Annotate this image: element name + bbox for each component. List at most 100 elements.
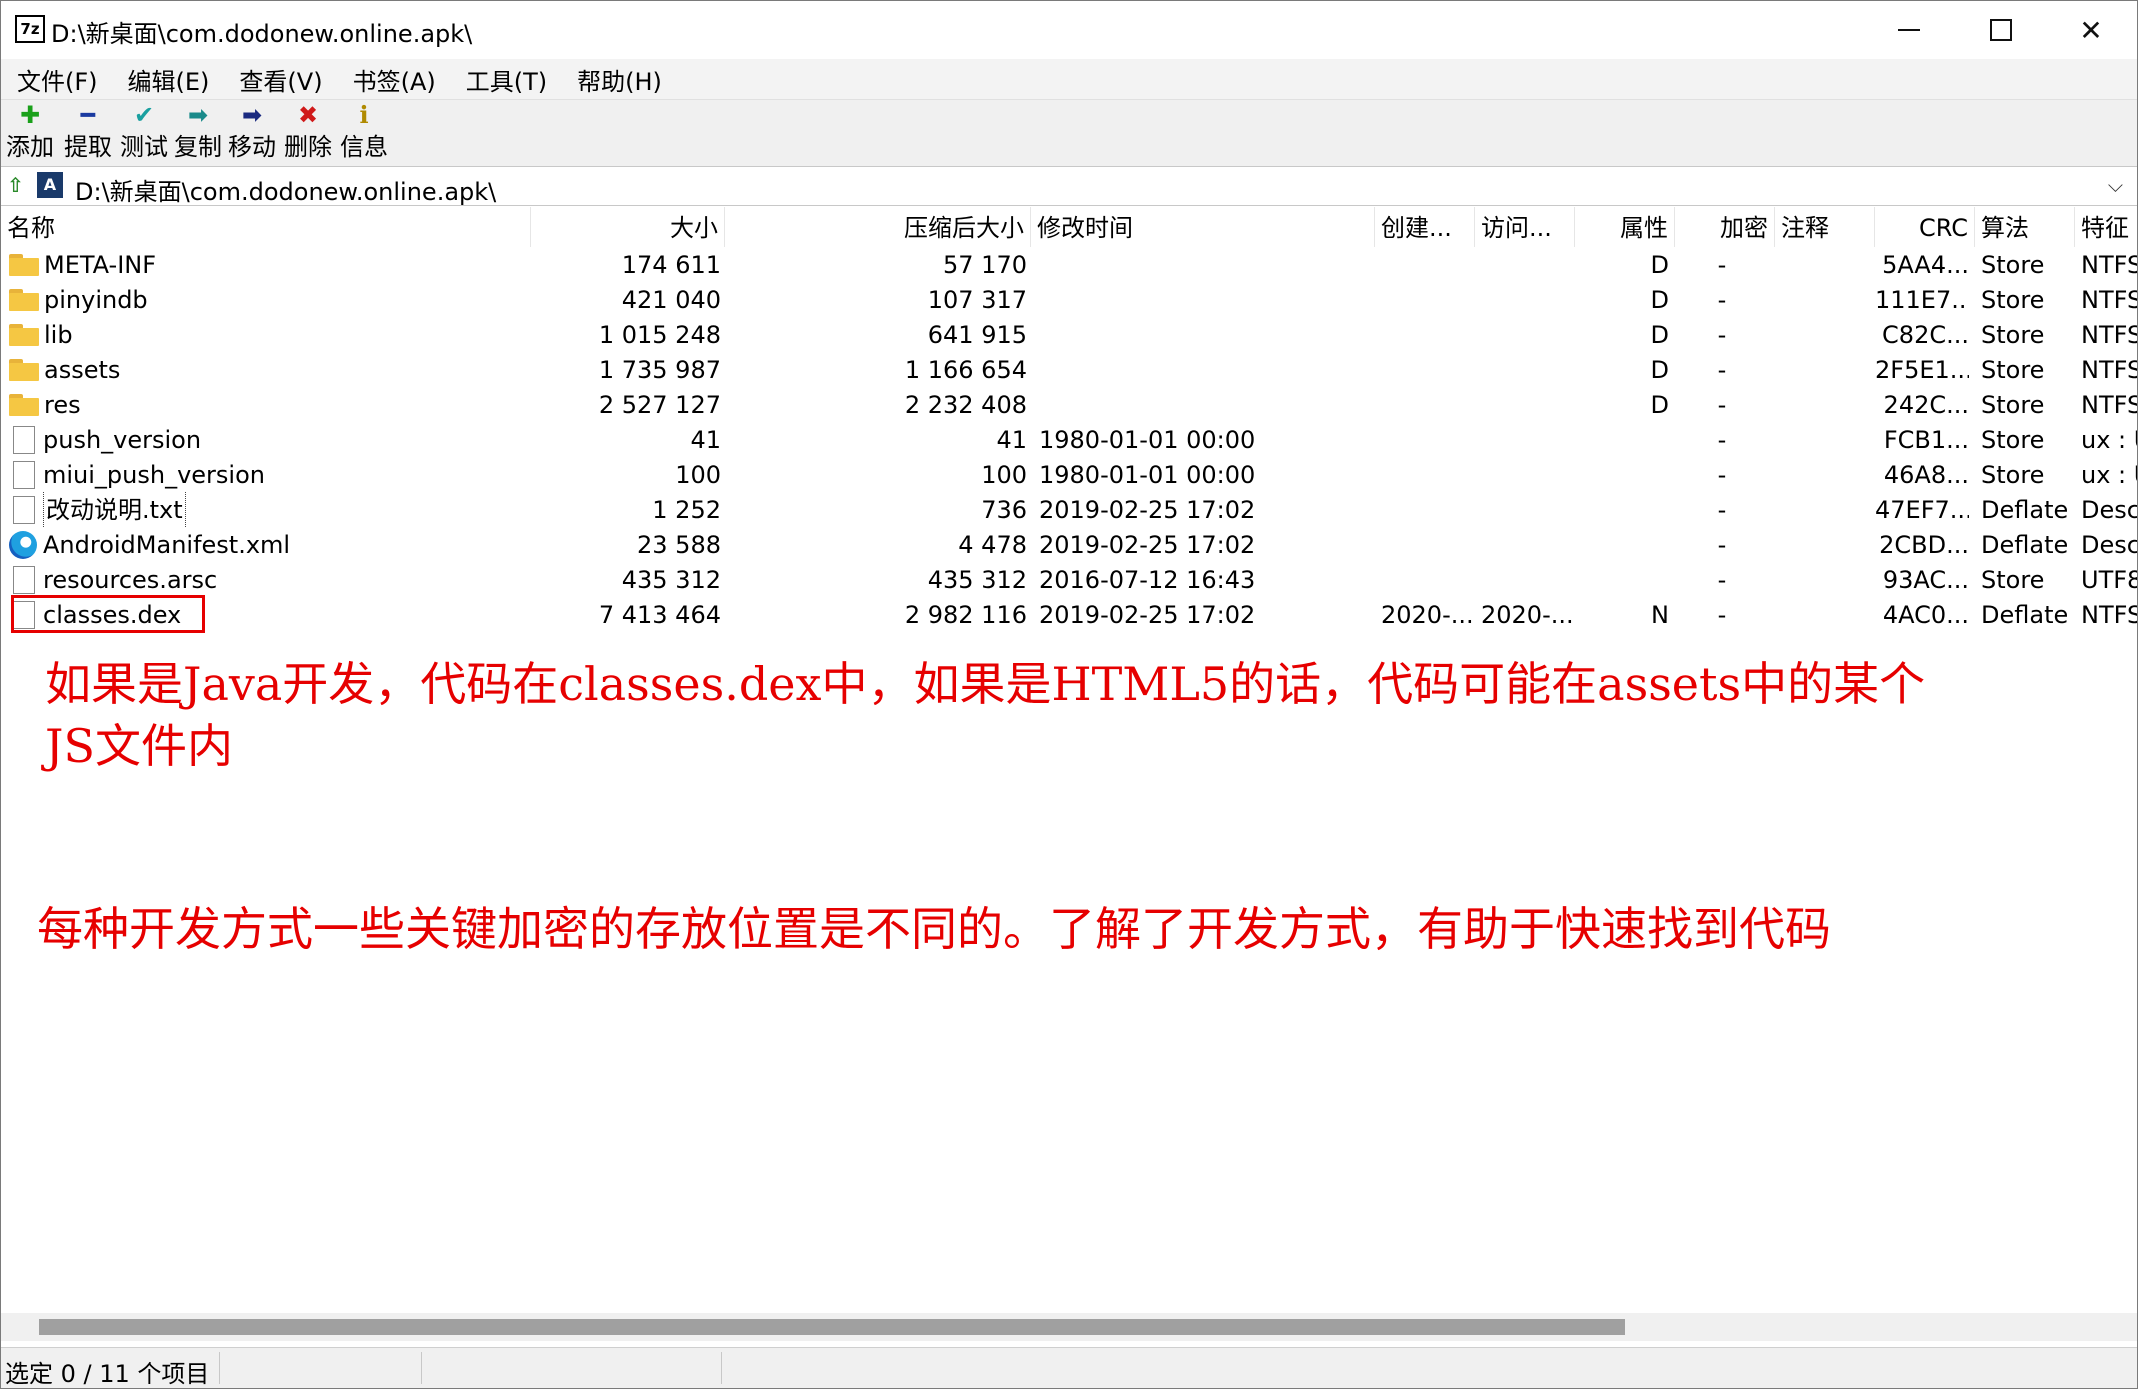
cell-size: 2 527 127 [598,391,721,419]
file-name: lib [44,320,73,349]
menu-item-2[interactable]: 查看(V) [223,62,336,97]
address-bar: ⇧ A D:\新桌面\com.dodonew.online.apk\ ⌵ [1,166,2137,206]
column-encrypted[interactable]: 加密 [1675,207,1775,247]
table-row[interactable]: pinyindb 421 040 107 317 D - 111E7... Store NTF… [1,282,2137,317]
column-comment[interactable]: 注释 [1775,207,1875,247]
menu-item-0[interactable]: 文件(F) [1,62,112,97]
cell-modified: 1980-01-01 00:00 [1039,426,1256,454]
name-cell: miui_push_version [9,457,529,492]
table-row[interactable]: push_version 41 41 1980-01-01 00:00 - FCB1...… [1,422,2137,457]
column-accessed[interactable]: 访问... [1475,207,1575,247]
table-row[interactable]: lib 1 015 248 641 915 D - C82C... Store NTFS [1,317,2137,352]
column-modified[interactable]: 修改时间 [1031,207,1375,247]
cell-created: 2020-... [1381,601,1474,629]
cell-encrypted: - [1717,391,1727,419]
menu-item-5[interactable]: 帮助(H) [561,62,676,97]
cell-created [1381,247,1475,282]
toolbar-label: 测试 [120,133,168,161]
cell-modified: 2016-07-12 16:43 [1039,566,1256,594]
cell-method: Store [1981,426,2045,454]
column-crc[interactable]: CRC [1875,207,1975,247]
minimize-button[interactable] [1863,1,1955,59]
chevron-down-icon[interactable]: ⌵ [2108,173,2123,197]
table-row[interactable]: 改动说明.txt 1 252 736 2019-02-25 17:02 - 47EF7..… [1,492,2137,527]
cell-comment [1781,492,1871,527]
cell-size: 1 735 987 [598,356,721,384]
cell-comment [1781,352,1871,387]
cell-crc: 5AA4... [1882,251,1969,279]
highlight-box [11,595,205,633]
app-window: 7z D:\新桌面\com.dodonew.online.apk\ ✕ 文件(F… [0,0,2138,1389]
cell-encrypted: - [1717,601,1727,629]
name-cell: META-INF [9,247,529,282]
cell-characteristics: Desc [2081,531,2137,559]
column-attributes[interactable]: 属性 [1575,207,1675,247]
column-created[interactable]: 创建... [1375,207,1475,247]
cell-modified: 2019-02-25 17:02 [1039,531,1256,559]
cell-crc: 46A8... [1883,461,1969,489]
horizontal-scrollbar[interactable] [1,1313,2137,1341]
cell-crc: 93AC... [1882,566,1969,594]
toolbar-label: 添加 [6,133,54,161]
cell-packed: 736 [981,496,1027,524]
toolbar-button-2[interactable]: ✔ 测试 [115,100,173,166]
cell-encrypted: - [1717,251,1727,279]
toolbar-button-0[interactable]: ✚ 添加 [1,100,59,166]
menu-bar: 文件(F) 编辑(E) 查看(V) 书签(A) 工具(T) 帮助(H) [1,59,2137,99]
cell-created [1381,282,1475,317]
cell-modified [1039,387,1369,422]
name-cell: pinyindb [9,282,529,317]
cell-comment [1781,317,1871,352]
name-cell: push_version [9,422,529,457]
table-row[interactable]: META-INF 174 611 57 170 D - 5AA4... Store NTFS [1,247,2137,282]
column-method[interactable]: 算法 [1975,207,2075,247]
toolbar-button-6[interactable]: ℹ 信息 [335,100,393,166]
column-size[interactable]: 大小 [531,207,725,247]
menu-item-3[interactable]: 书签(A) [337,62,450,97]
cell-method: Store [1981,566,2045,594]
toolbar-button-4[interactable]: ➡ 移动 [223,100,281,166]
cell-packed: 41 [996,426,1027,454]
column-packed-size[interactable]: 压缩后大小 [725,207,1031,247]
toolbar-button-5[interactable]: ✖ 删除 [279,100,337,166]
cell-characteristics: NTFS [2081,251,2137,279]
cell-created [1381,317,1475,352]
toolbar-button-1[interactable]: ━ 提取 [59,100,117,166]
cell-size: 100 [675,461,721,489]
info-icon: ℹ [359,101,369,129]
column-name[interactable]: 名称 [1,207,531,247]
toolbar-button-3[interactable]: ➡ 复制 [169,100,227,166]
cell-modified: 2019-02-25 17:02 [1039,496,1256,524]
folder-up-icon[interactable]: ⇧ [7,173,27,199]
cell-accessed [1481,247,1575,282]
cell-accessed [1481,457,1575,492]
plus-icon: ✚ [19,101,41,129]
cell-modified: 1980-01-01 00:00 [1039,461,1256,489]
minimize-icon [1898,29,1920,31]
scrollbar-thumb[interactable] [39,1319,1625,1335]
table-row[interactable]: res 2 527 127 2 232 408 D - 242C... Store NTFS [1,387,2137,422]
table-row[interactable]: classes.dex 7 413 464 2 982 116 2019-02-25 … [1,597,2137,632]
cell-attr: D [1650,251,1669,279]
cell-comment [1781,422,1871,457]
cell-crc: C82C... [1882,321,1969,349]
apk-archive-icon: A [37,172,63,198]
7zip-app-icon: 7z [15,15,45,43]
maximize-button[interactable] [1955,1,2047,59]
column-characteristics[interactable]: 特征 [2075,207,2137,247]
address-input[interactable]: D:\新桌面\com.dodonew.online.apk\ [75,172,496,207]
cell-method: Deflate [1981,496,2069,524]
cell-comment [1781,247,1871,282]
cell-modified: 2019-02-25 17:02 [1039,601,1256,629]
cell-comment [1781,562,1871,597]
close-button[interactable]: ✕ [2045,1,2137,59]
cell-method: Deflate [1981,531,2069,559]
table-row[interactable]: assets 1 735 987 1 166 654 D - 2F5E1... Store N… [1,352,2137,387]
table-row[interactable]: miui_push_version 100 100 1980-01-01 00:00 -… [1,457,2137,492]
table-row[interactable]: AndroidManifest.xml 23 588 4 478 2019-02-25… [1,527,2137,562]
menu-item-1[interactable]: 编辑(E) [112,62,224,97]
table-row[interactable]: resources.arsc 435 312 435 312 2016-07-12 1… [1,562,2137,597]
column-header: 名称 大小 压缩后大小 修改时间 创建... 访问... 属性 加密 注释 CR… [1,207,2137,247]
menu-item-4[interactable]: 工具(T) [450,62,561,97]
toolbar-label: 复制 [174,133,222,161]
